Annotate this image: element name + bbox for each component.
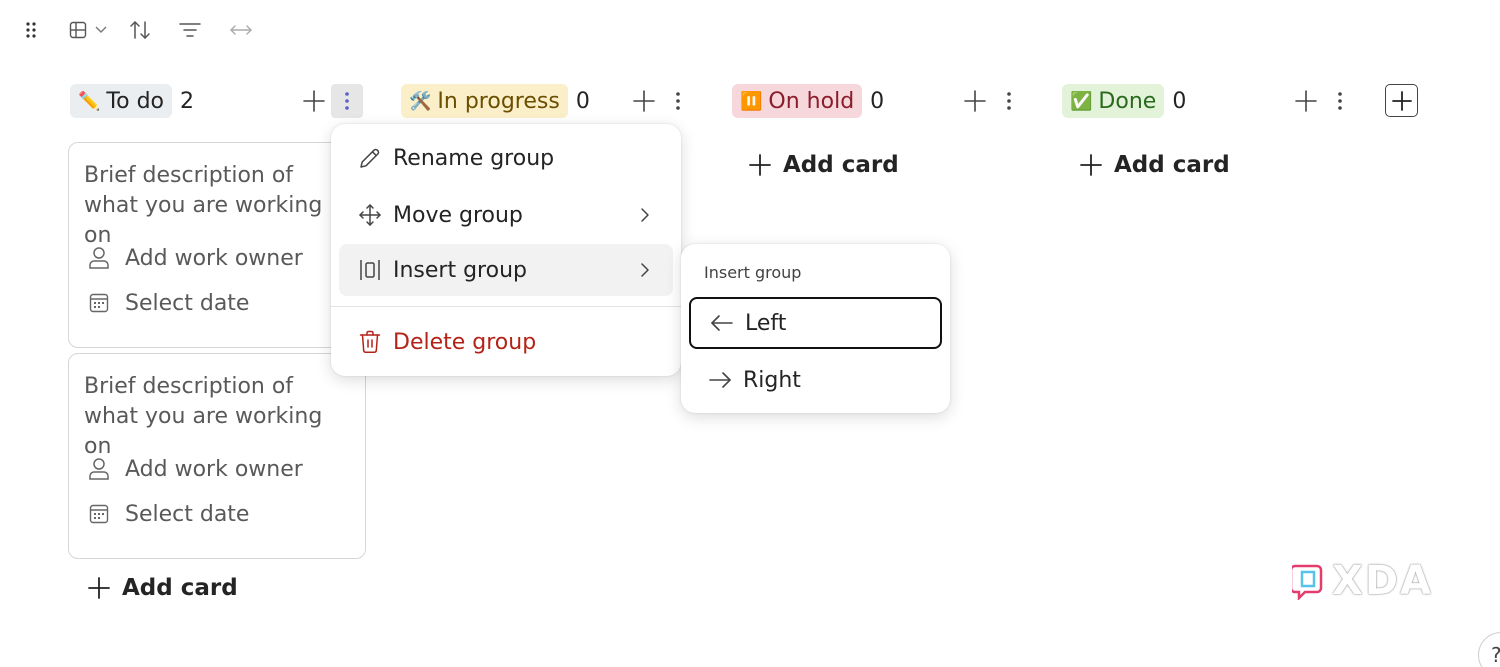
plus-icon <box>747 152 773 178</box>
person-icon <box>87 246 111 270</box>
add-card-label: Add card <box>783 152 899 178</box>
card-description[interactable]: Brief description of what you are workin… <box>84 372 334 462</box>
group-title: Done <box>1098 88 1157 114</box>
delete-group-item[interactable]: Delete group <box>339 316 673 368</box>
chevron-right-icon <box>635 258 655 282</box>
card-date-row[interactable]: Select date <box>87 499 249 529</box>
insert-right-label: Right <box>743 367 801 393</box>
pencil-emoji-icon: ✏️ <box>78 90 101 112</box>
insert-group-label: Insert group <box>393 257 527 283</box>
calendar-icon <box>87 502 111 526</box>
submenu-title: Insert group <box>704 263 802 282</box>
move-arrows-icon <box>357 202 383 228</box>
group-count: 0 <box>1172 88 1187 114</box>
sort-icon[interactable] <box>126 16 154 44</box>
trash-icon <box>357 329 383 355</box>
task-card[interactable]: Brief description of what you are workin… <box>68 353 366 559</box>
group-count: 2 <box>180 88 194 114</box>
xda-logo-icon <box>1292 564 1323 600</box>
column-header-todo: ✏️ To do 2 <box>70 84 194 118</box>
arrow-left-icon <box>709 310 735 336</box>
layout-icon[interactable] <box>66 16 90 44</box>
tools-emoji-icon: 🛠️ <box>409 90 432 112</box>
group-context-menu: Rename group Move group Insert group Del… <box>331 124 681 376</box>
group-more-options-button[interactable] <box>661 84 695 118</box>
add-work-owner-label: Add work owner <box>125 245 303 271</box>
column-header-done: ✅ Done 0 <box>1062 84 1186 118</box>
insert-right-item[interactable]: Right <box>689 354 942 406</box>
insert-group-submenu: Insert group Left Right <box>681 244 950 413</box>
group-more-options-button[interactable] <box>1323 84 1357 118</box>
group-label-todo[interactable]: ✏️ To do <box>70 84 172 118</box>
menu-divider <box>331 306 681 307</box>
group-count: 0 <box>575 88 590 114</box>
filter-icon[interactable] <box>176 16 204 44</box>
group-more-options-button[interactable] <box>331 84 363 118</box>
pause-emoji-icon: ⏸️ <box>740 90 763 112</box>
card-description[interactable]: Brief description of what you are workin… <box>84 161 334 251</box>
add-card-button-done[interactable]: Add card <box>1078 147 1230 183</box>
add-card-plus-icon[interactable] <box>1289 84 1323 118</box>
column-header-on-hold: ⏸️ On hold 0 <box>732 84 884 118</box>
add-work-owner-label: Add work owner <box>125 456 303 482</box>
person-icon <box>87 457 111 481</box>
pencil-icon <box>357 145 383 171</box>
calendar-icon <box>87 291 111 315</box>
move-group-label: Move group <box>393 202 523 228</box>
group-title: In progress <box>437 88 560 114</box>
card-date-row[interactable]: Select date <box>87 288 249 318</box>
chevron-down-icon[interactable] <box>92 16 110 44</box>
insert-group-item[interactable]: Insert group <box>339 244 673 296</box>
insert-left-item[interactable]: Left <box>689 297 942 349</box>
group-label-on-hold[interactable]: ⏸️ On hold <box>732 84 863 118</box>
check-emoji-icon: ✅ <box>1070 90 1093 112</box>
plus-icon <box>86 575 112 601</box>
group-label-done[interactable]: ✅ Done <box>1062 84 1165 118</box>
group-more-options-button[interactable] <box>992 84 1026 118</box>
add-card-label: Add card <box>122 575 238 601</box>
help-button[interactable]: ? <box>1478 632 1500 667</box>
delete-group-label: Delete group <box>393 329 537 355</box>
group-label-in-progress[interactable]: 🛠️ In progress <box>401 84 568 118</box>
add-card-plus-icon[interactable] <box>297 84 331 118</box>
group-title: To do <box>106 88 164 114</box>
card-owner-row[interactable]: Add work owner <box>87 454 303 484</box>
rename-group-item[interactable]: Rename group <box>339 132 673 184</box>
drag-handle-icon[interactable] <box>22 16 40 44</box>
expand-width-icon[interactable] <box>226 16 256 44</box>
plus-icon <box>1078 152 1104 178</box>
group-count: 0 <box>870 88 885 114</box>
add-card-label: Add card <box>1114 152 1230 178</box>
add-card-plus-icon[interactable] <box>627 84 661 118</box>
watermark-text: XDA <box>1332 558 1433 604</box>
select-date-label: Select date <box>125 501 250 527</box>
add-card-button-on-hold[interactable]: Add card <box>747 147 899 183</box>
arrow-right-icon <box>707 367 733 393</box>
group-title: On hold <box>768 88 855 114</box>
xda-watermark: XDA <box>1292 558 1433 604</box>
insert-column-icon <box>357 257 383 283</box>
add-group-button[interactable] <box>1385 84 1418 117</box>
help-label: ? <box>1491 643 1500 667</box>
insert-left-label: Left <box>745 310 787 336</box>
rename-group-label: Rename group <box>393 145 555 171</box>
add-card-button-todo[interactable]: Add card <box>86 570 238 606</box>
card-owner-row[interactable]: Add work owner <box>87 243 303 273</box>
task-card[interactable]: Brief description of what you are workin… <box>68 142 366 348</box>
chevron-right-icon <box>635 203 655 227</box>
select-date-label: Select date <box>125 290 250 316</box>
add-card-plus-icon[interactable] <box>958 84 992 118</box>
column-header-in-progress: 🛠️ In progress 0 <box>401 84 590 118</box>
move-group-item[interactable]: Move group <box>339 189 673 241</box>
